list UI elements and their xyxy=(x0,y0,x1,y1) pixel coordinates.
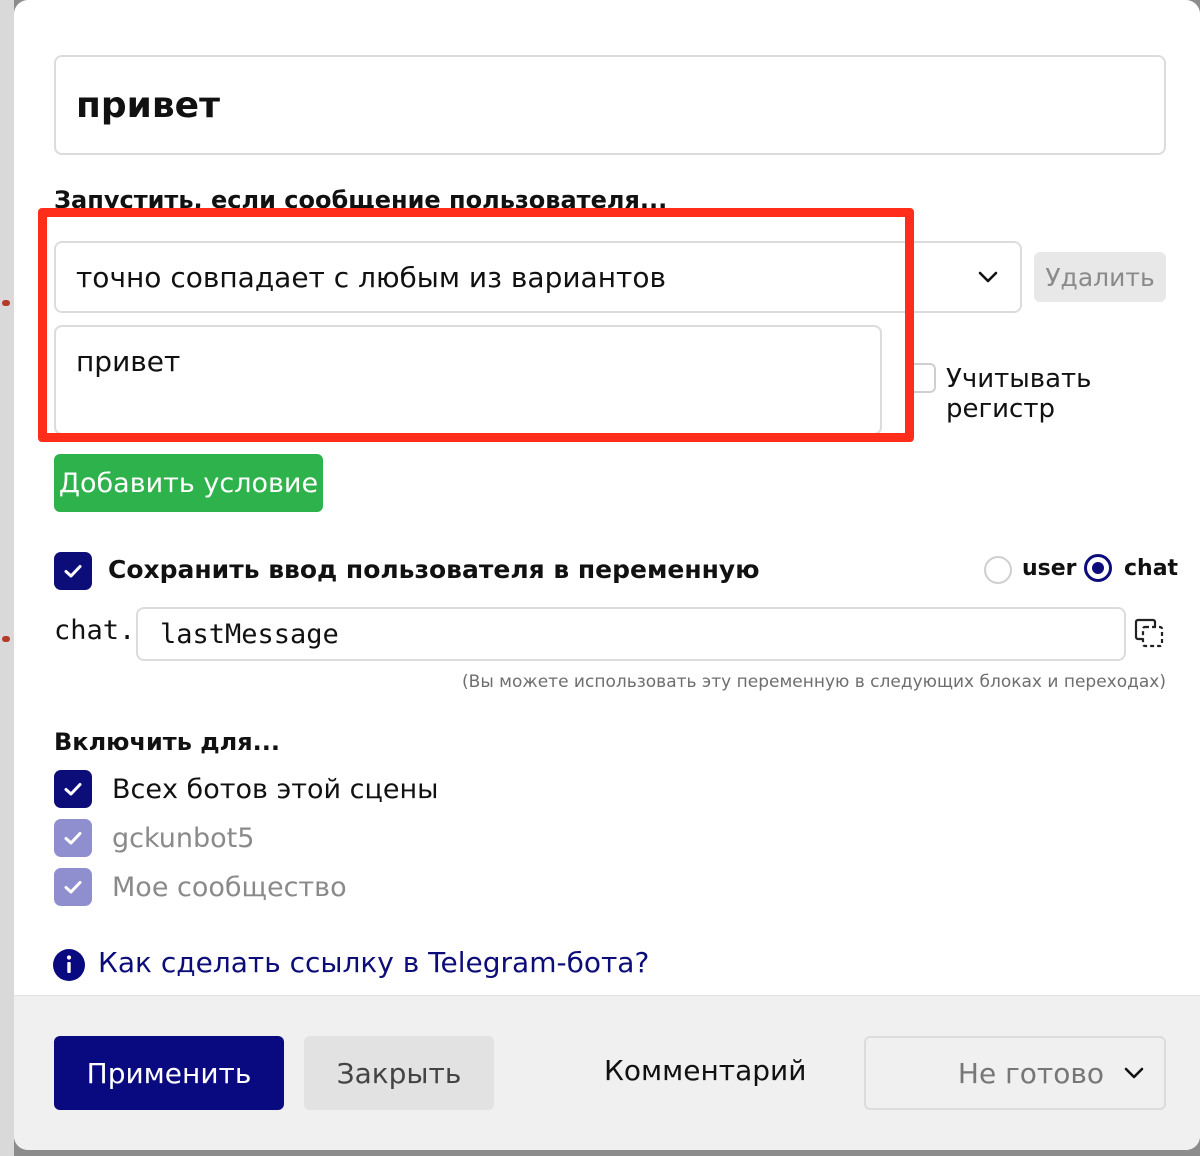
variable-name-input[interactable]: lastMessage xyxy=(136,607,1126,661)
case-sensitive-label: Учитывать регистр xyxy=(946,364,1092,424)
include-community-checkbox xyxy=(54,868,92,906)
status-select[interactable]: Не готово xyxy=(864,1036,1166,1110)
include-all-bots-label: Всех ботов этой сцены xyxy=(112,774,439,805)
background-marker xyxy=(2,636,10,642)
scope-chat-radio[interactable] xyxy=(1084,554,1112,582)
trigger-section-label: Запустить, если сообщение пользователя..… xyxy=(54,186,668,214)
scope-user-radio[interactable] xyxy=(984,556,1012,584)
condition-type-value: точно совпадает с любым из вариантов xyxy=(76,260,666,294)
case-sensitive-checkbox[interactable] xyxy=(906,363,936,393)
variable-name-value: lastMessage xyxy=(160,618,339,650)
modal-footer: Применить Закрыть Комментарий Не готово xyxy=(14,995,1200,1150)
delete-condition-button[interactable]: Удалить xyxy=(1034,252,1166,302)
variable-hint: (Вы можете использовать эту переменную в… xyxy=(462,672,1166,692)
chevron-down-icon xyxy=(1124,1067,1144,1079)
scope-user-label: user xyxy=(1022,556,1077,581)
include-community-label: Мое сообщество xyxy=(112,872,347,903)
variants-value: привет xyxy=(76,345,181,378)
save-input-checkbox[interactable] xyxy=(54,552,92,590)
checkmark-icon xyxy=(64,783,82,796)
checkmark-icon xyxy=(64,832,82,845)
include-all-bots-checkbox[interactable] xyxy=(54,770,92,808)
info-icon xyxy=(53,949,85,981)
telegram-link-help[interactable]: Как сделать ссылку в Telegram-бота? xyxy=(98,946,649,979)
apply-button[interactable]: Применить xyxy=(54,1036,284,1110)
chevron-down-icon xyxy=(978,271,998,283)
checkmark-icon xyxy=(64,565,82,578)
block-name-input[interactable]: привет xyxy=(54,55,1166,155)
variable-prefix: chat. xyxy=(54,615,136,646)
comment-button[interactable]: Комментарий xyxy=(604,1054,806,1087)
background-marker xyxy=(2,300,10,306)
status-value: Не готово xyxy=(957,1056,1104,1090)
background-page-edge xyxy=(0,0,14,1156)
save-input-label: Сохранить ввод пользователя в переменную xyxy=(108,555,760,584)
block-name-value: привет xyxy=(76,84,220,126)
scope-chat-label: chat xyxy=(1124,556,1179,581)
variants-textarea[interactable]: привет xyxy=(54,325,882,435)
add-condition-button[interactable]: Добавить условие xyxy=(54,454,323,512)
condition-type-select[interactable]: точно совпадает с любым из вариантов xyxy=(54,241,1022,313)
checkmark-icon xyxy=(64,881,82,894)
block-settings-modal: привет Запустить, если сообщение пользов… xyxy=(14,0,1200,1150)
include-bot-checkbox xyxy=(54,819,92,857)
include-section-label: Включить для... xyxy=(54,728,280,756)
copy-icon[interactable] xyxy=(1134,618,1164,648)
close-button[interactable]: Закрыть xyxy=(304,1036,494,1110)
include-bot-label: gckunbot5 xyxy=(112,823,255,854)
